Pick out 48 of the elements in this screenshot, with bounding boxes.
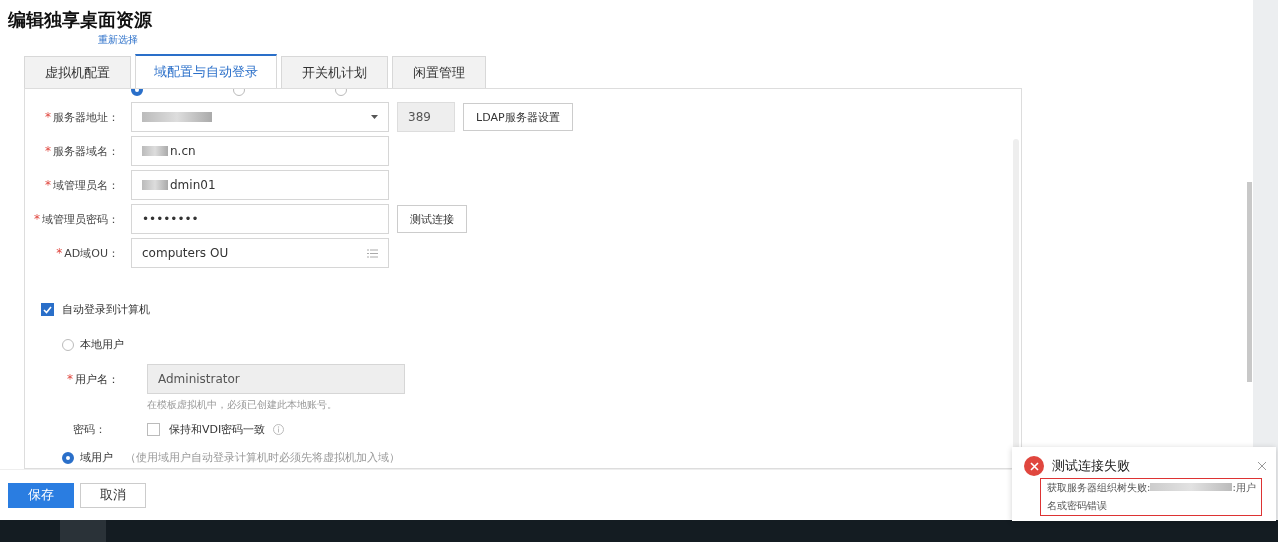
radio-label: 本地用户 bbox=[80, 337, 124, 352]
info-icon[interactable] bbox=[273, 423, 285, 435]
radio-button[interactable] bbox=[62, 338, 74, 351]
field-label: 服务器地址： bbox=[53, 109, 120, 125]
save-button[interactable]: 保存 bbox=[8, 482, 74, 508]
reselect-link[interactable]: 重新选择 bbox=[98, 33, 138, 47]
field-label: 域管理员密码： bbox=[42, 211, 120, 227]
note-text: （使用域用户自动登录计算机时必须先将虚拟机加入域） bbox=[125, 450, 400, 465]
checkbox-label: 自动登录到计算机 bbox=[62, 302, 150, 317]
page-scrollbar[interactable] bbox=[1247, 182, 1252, 382]
caret-icon bbox=[371, 115, 378, 119]
input-field[interactable]: dmin01 bbox=[131, 170, 389, 200]
radio-button[interactable] bbox=[62, 451, 74, 464]
field-label: 域管理员名： bbox=[53, 177, 120, 193]
required-mark: * bbox=[45, 178, 51, 192]
required-mark: * bbox=[67, 372, 73, 386]
field-label: AD域OU： bbox=[64, 245, 120, 261]
cancel-button[interactable]: 取消 bbox=[80, 482, 146, 508]
tab[interactable]: 虚拟机配置 bbox=[24, 56, 131, 88]
close-icon[interactable] bbox=[1258, 462, 1266, 470]
action-button[interactable]: LDAP服务器设置 bbox=[463, 103, 573, 131]
field-label: 用户名： bbox=[75, 371, 119, 387]
checkbox[interactable] bbox=[41, 303, 54, 316]
required-mark: * bbox=[45, 144, 51, 158]
required-mark: * bbox=[45, 110, 51, 124]
error-icon bbox=[1024, 456, 1044, 476]
action-button[interactable]: 测试连接 bbox=[397, 205, 467, 233]
toast-title: 测试连接失败 bbox=[1052, 457, 1130, 475]
checkbox-label: 保持和VDI密码一致 bbox=[169, 421, 266, 437]
input-field[interactable]: •••••••• bbox=[131, 204, 389, 234]
input-field[interactable]: n.cn bbox=[131, 136, 389, 166]
tab[interactable]: 闲置管理 bbox=[392, 56, 486, 88]
server-select[interactable] bbox=[131, 102, 389, 132]
ou-field[interactable]: computers OU bbox=[131, 238, 389, 268]
hint-text: 在模板虚拟机中，必须已创建此本地账号。 bbox=[147, 398, 338, 412]
field-label: 服务器域名： bbox=[53, 143, 120, 159]
username-field: Administrator bbox=[147, 364, 405, 394]
taskbar-item[interactable] bbox=[60, 520, 106, 542]
required-mark: * bbox=[34, 212, 40, 226]
port-field[interactable]: 389 bbox=[397, 102, 455, 132]
tab[interactable]: 域配置与自动登录 bbox=[135, 54, 277, 88]
page-title: 编辑独享桌面资源 bbox=[8, 8, 153, 32]
required-mark: * bbox=[56, 246, 63, 260]
radio-label: 域用户 bbox=[80, 450, 113, 465]
field-label: 密码： bbox=[72, 421, 107, 437]
toast-message: 获取服务器组织树失败: :用户名或密码错误 bbox=[1040, 478, 1262, 516]
tab[interactable]: 开关机计划 bbox=[281, 56, 388, 88]
list-icon[interactable] bbox=[367, 248, 378, 258]
